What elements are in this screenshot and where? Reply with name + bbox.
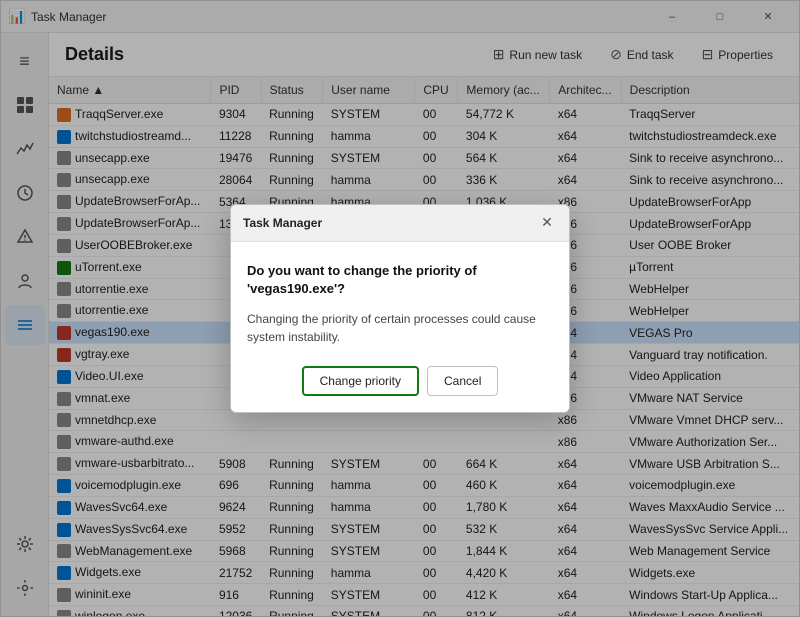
dialog-question: Do you want to change the priority of 'v…: [247, 262, 553, 298]
dialog-buttons: Change priority Cancel: [247, 366, 553, 396]
main-window: 📊 Task Manager – □ ✕ ≡: [0, 0, 800, 617]
dialog-body: Do you want to change the priority of 'v…: [231, 242, 569, 412]
dialog-titlebar: Task Manager ✕: [231, 205, 569, 242]
dialog-overlay: Task Manager ✕ Do you want to change the…: [0, 0, 800, 617]
dialog-title: Task Manager: [243, 216, 322, 230]
dialog-close-button[interactable]: ✕: [537, 213, 557, 233]
cancel-button[interactable]: Cancel: [427, 366, 498, 396]
change-priority-button[interactable]: Change priority: [302, 366, 419, 396]
dialog-message: Changing the priority of certain process…: [247, 310, 553, 346]
priority-dialog: Task Manager ✕ Do you want to change the…: [230, 204, 570, 413]
